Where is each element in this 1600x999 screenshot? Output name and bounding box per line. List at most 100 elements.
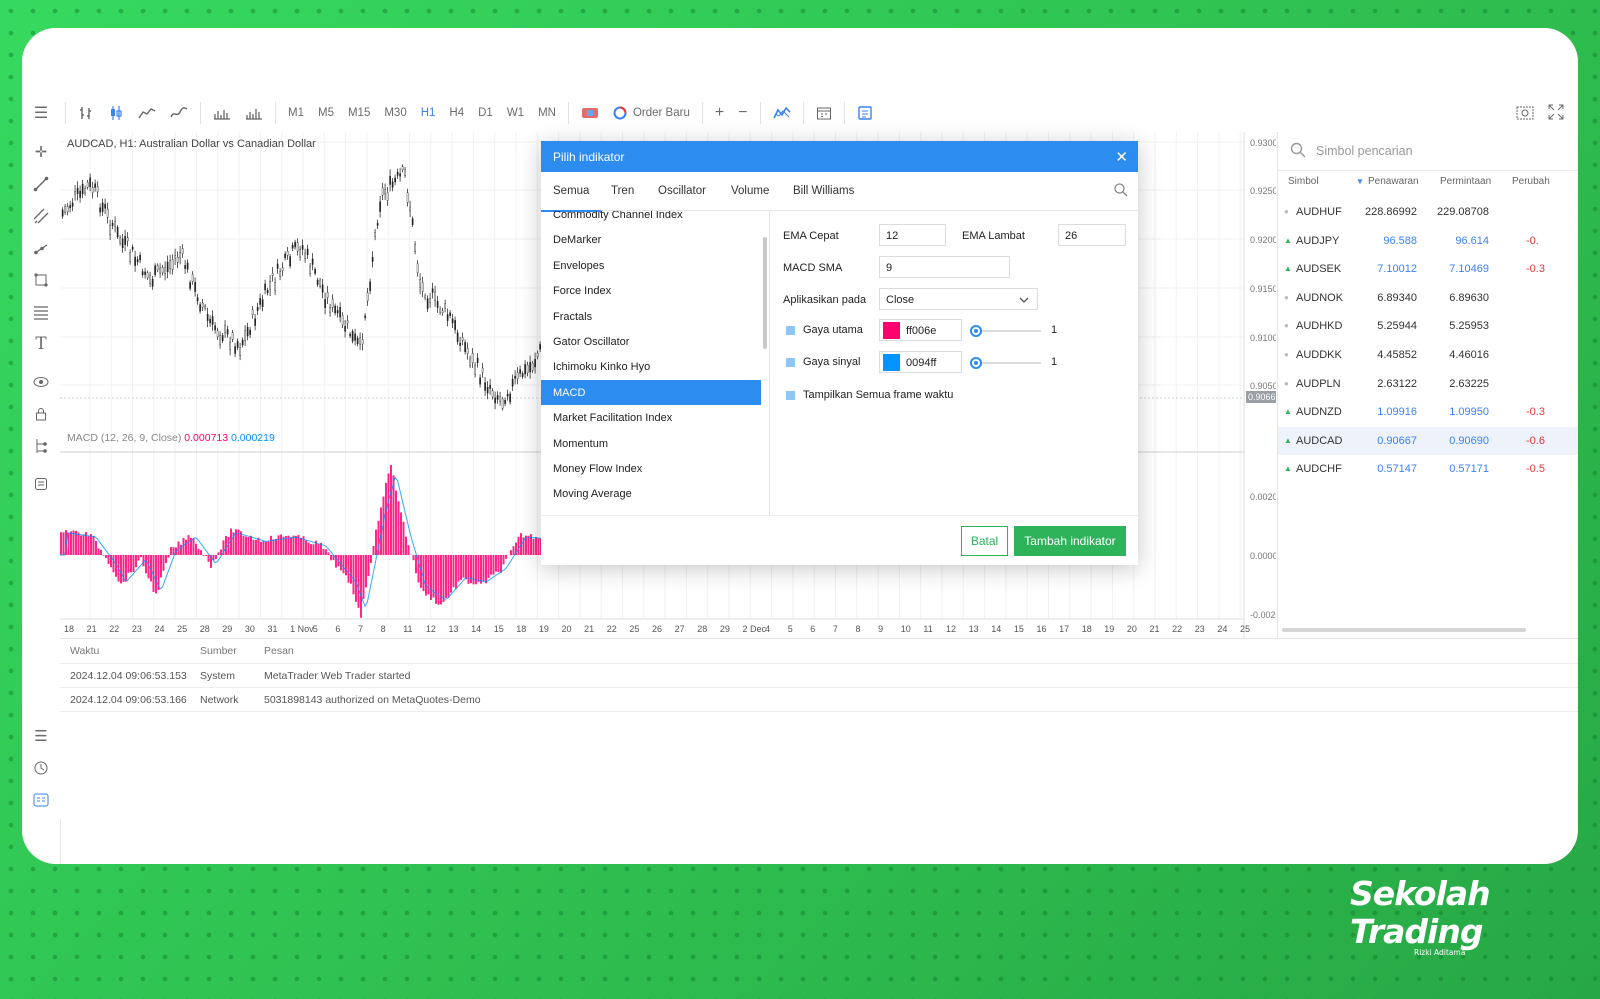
candle-body (134, 256, 136, 266)
delete-drawings-icon[interactable] (31, 474, 51, 494)
tab-tren[interactable]: Tren (611, 185, 634, 197)
line-chart-icon[interactable] (163, 94, 195, 132)
history-icon[interactable] (31, 758, 51, 778)
calendar-icon[interactable] (809, 94, 839, 132)
channel-icon[interactable] (31, 206, 51, 226)
new-order-button[interactable]: Order Baru (606, 94, 697, 132)
candle-body (264, 283, 266, 291)
macd-sma-input[interactable]: 9 (879, 256, 1010, 278)
search-input[interactable]: Simbol pencarian (1316, 144, 1413, 158)
indicator-item-ichimoku-kinko-hyo[interactable]: Ichimoku Kinko Hyo (541, 354, 761, 379)
crosshair-icon[interactable]: ✛ (31, 142, 51, 162)
indicator-item-force-index[interactable]: Force Index (541, 278, 761, 303)
main-width-knob[interactable] (970, 325, 982, 337)
macd-bar (202, 555, 205, 556)
header-symbol[interactable]: Simbol (1288, 176, 1319, 187)
menu-icon[interactable]: ☰ (22, 94, 60, 132)
market-row[interactable]: ● AUDDKK 4.45852 4.46016 (1278, 341, 1578, 369)
volume-icon[interactable] (206, 94, 238, 132)
one-click-icon[interactable] (574, 94, 606, 132)
shapes-icon[interactable] (31, 270, 51, 290)
indicator-list[interactable]: Commodity Channel Index DeMarker Envelopes… (541, 211, 770, 515)
text-tool-icon[interactable]: T (31, 334, 51, 354)
market-row[interactable]: ● AUDHUF 228.86992 229.08708 (1278, 198, 1578, 226)
indicator-item-market-facilitation-index[interactable]: Market Facilitation Index (541, 405, 761, 430)
time-tick: 18 (516, 624, 526, 634)
bar-chart-icon[interactable] (71, 94, 101, 132)
market-row[interactable]: ▲ AUDSEK 7.10012 7.10469 -0.3 (1278, 255, 1578, 283)
indicator-item-macd[interactable]: MACD (541, 379, 761, 405)
zoom-in-button[interactable]: + (708, 94, 731, 132)
signal-style-checkbox[interactable] (786, 358, 795, 367)
market-row[interactable]: ▲ AUDNZD 1.09916 1.09950 -0.3 (1278, 398, 1578, 426)
area-chart-icon[interactable] (131, 94, 163, 132)
timeframe-d1[interactable]: D1 (471, 94, 500, 132)
tab-bill-williams[interactable]: Bill Williams (793, 185, 854, 197)
candlestick-icon[interactable] (101, 94, 131, 132)
cancel-button[interactable]: Batal (961, 526, 1008, 556)
ray-icon[interactable] (31, 238, 51, 258)
market-bid: 0.57147 (1377, 463, 1417, 476)
timeframe-m30[interactable]: M30 (377, 94, 413, 132)
indicator-item-envelopes[interactable]: Envelopes (541, 253, 761, 278)
timeframe-m5[interactable]: M5 (311, 94, 341, 132)
market-row[interactable]: ● AUDHKD 5.25944 5.25953 (1278, 312, 1578, 340)
fullscreen-icon[interactable] (1548, 104, 1564, 123)
indicator-item-demarker[interactable]: DeMarker (541, 227, 761, 252)
market-row[interactable]: ▲ AUDJPY 96.588 96.614 -0. (1278, 227, 1578, 255)
sort-icon[interactable]: ▼ (1356, 177, 1364, 186)
indicators-icon[interactable] (766, 94, 798, 132)
ema-fast-input[interactable]: 12 (879, 224, 946, 246)
main-color-swatch[interactable] (883, 322, 900, 339)
macd-bar (145, 555, 147, 574)
timeframe-m15[interactable]: M15 (341, 94, 377, 132)
main-style-checkbox[interactable] (786, 326, 795, 335)
timeframe-h4[interactable]: H4 (442, 94, 471, 132)
tab-semua[interactable]: Semua (540, 185, 603, 212)
journal-icon[interactable] (31, 790, 51, 810)
close-icon[interactable]: ✕ (1115, 148, 1128, 166)
indicator-item-momentum[interactable]: Momentum (541, 431, 761, 456)
time-tick: 26 (652, 624, 662, 634)
tab-oscillator[interactable]: Oscillator (658, 185, 706, 197)
apply-to-select[interactable]: Close (879, 288, 1038, 310)
tab-volume[interactable]: Volume (731, 185, 769, 197)
timeframe-h1[interactable]: H1 (414, 94, 443, 132)
macd-bar (277, 535, 280, 555)
signal-width-knob[interactable] (970, 357, 982, 369)
list-scrollbar[interactable] (763, 237, 767, 349)
template-icon[interactable] (850, 94, 880, 132)
eye-icon[interactable] (31, 372, 51, 392)
zoom-out-button[interactable]: − (731, 94, 754, 132)
market-row[interactable]: ● AUDNOK 6.89340 6.89630 (1278, 284, 1578, 312)
timeframe-mn[interactable]: MN (531, 94, 563, 132)
indicator-item-commodity-channel-index[interactable]: Commodity Channel Index (541, 211, 761, 227)
indicator-item-moving-average[interactable]: Moving Average (541, 481, 761, 506)
search-icon[interactable] (1114, 183, 1128, 202)
indicator-item-gator-oscillator[interactable]: Gator Oscillator (541, 329, 761, 354)
screenshot-icon[interactable] (1516, 104, 1534, 123)
tick-volume-icon[interactable] (238, 94, 270, 132)
objects-tree-icon[interactable] (31, 436, 51, 456)
market-row[interactable]: ▲ AUDCAD 0.90667 0.90690 -0.6 (1278, 426, 1578, 455)
header-change[interactable]: Perubah (1512, 176, 1550, 187)
ema-slow-input[interactable]: 26 (1058, 224, 1126, 246)
trendline-icon[interactable] (31, 174, 51, 194)
header-bid[interactable]: Penawaran (1368, 176, 1419, 187)
symbol-search[interactable]: Simbol pencarian (1278, 132, 1578, 171)
add-indicator-button[interactable]: Tambah indikator (1014, 526, 1126, 556)
fibonacci-icon[interactable] (31, 302, 51, 322)
market-row[interactable]: ● AUDPLN 2.63122 2.63225 (1278, 370, 1578, 398)
market-scrollbar[interactable] (1282, 628, 1526, 632)
list-icon[interactable]: ☰ (31, 726, 51, 746)
indicator-item-fractals[interactable]: Fractals (541, 304, 761, 329)
timeframe-m1[interactable]: M1 (281, 94, 311, 132)
indicator-item-money-flow-index[interactable]: Money Flow Index (541, 456, 761, 481)
market-row[interactable]: ▲ AUDCHF 0.57147 0.57171 -0.5 (1278, 455, 1578, 483)
timeframe-w1[interactable]: W1 (500, 94, 531, 132)
indicator-item-moving-average-of-oscillator[interactable]: Moving Average of Oscillator (541, 507, 761, 515)
header-ask[interactable]: Permintaan (1440, 176, 1491, 187)
show-all-timeframes-checkbox[interactable] (786, 391, 795, 400)
signal-color-swatch[interactable] (883, 354, 900, 371)
lock-icon[interactable] (31, 404, 51, 424)
